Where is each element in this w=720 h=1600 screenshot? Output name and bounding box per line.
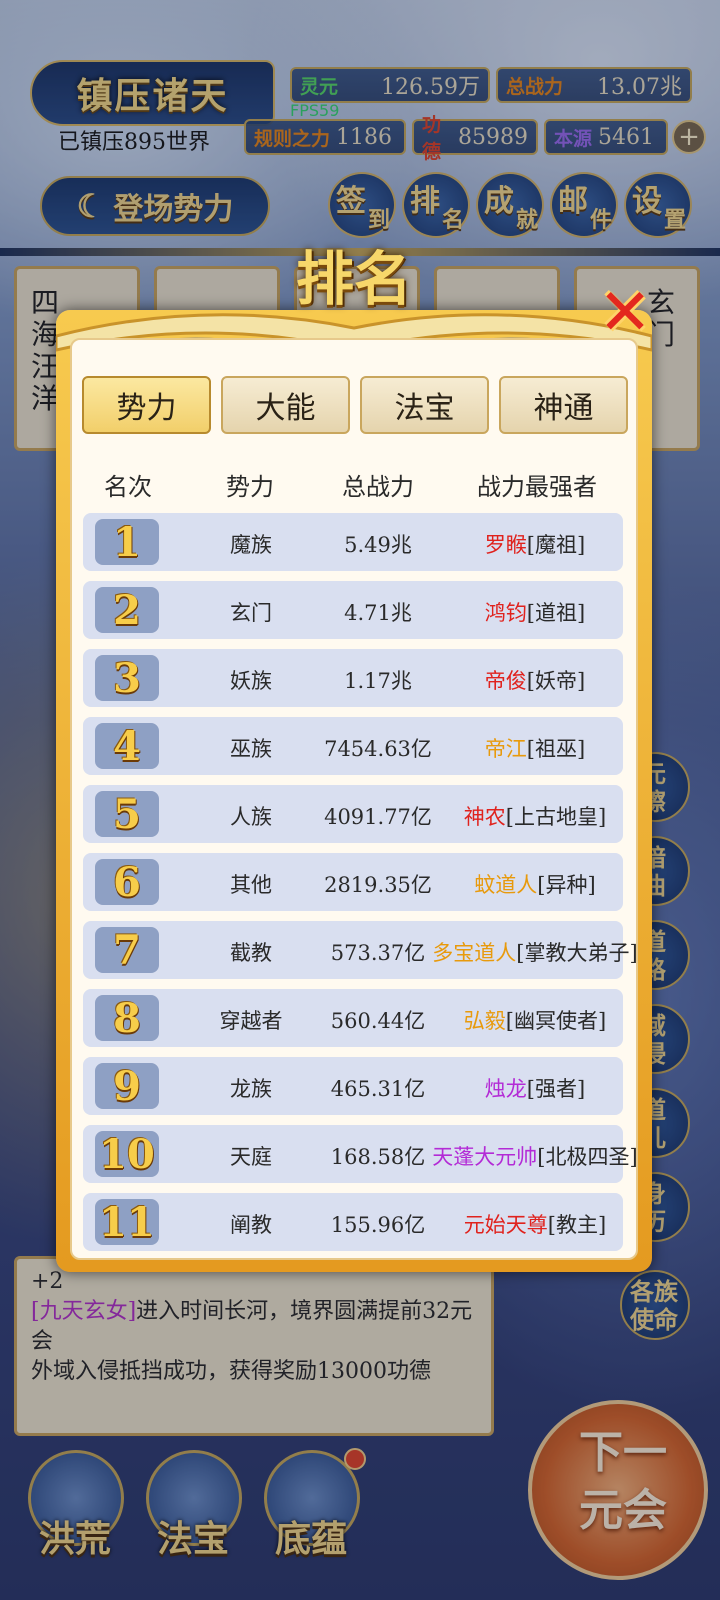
champion-cell: 弘毅[幽冥使者]	[464, 1005, 606, 1035]
champion-name: 蚊道人	[474, 873, 538, 897]
faction-name: 阐教	[230, 1213, 272, 1237]
table-row[interactable]: 7 截教 573.37亿 多宝道人[掌教大弟子]	[83, 921, 638, 979]
modal-title: 排名	[295, 245, 412, 313]
table-row[interactable]: 9 龙族 465.31亿 烛龙[强者]	[83, 1057, 623, 1115]
champion-name: 元始天尊	[463, 1213, 548, 1237]
rank-badge: 7	[95, 927, 159, 974]
table-row[interactable]: 1 魔族 5.49兆 罗睺[魔祖]	[83, 513, 623, 571]
champion-cell: 烛龙[强者]	[485, 1073, 585, 1103]
champion-title: [幽冥使者]	[505, 1009, 607, 1033]
champion-title: [魔祖]	[526, 533, 586, 557]
champion-cell: 帝江[祖巫]	[485, 733, 585, 763]
champion-cell: 元始天尊[教主]	[464, 1209, 606, 1239]
champion-title: [上古地皇]	[505, 805, 607, 829]
champion-name: 帝江	[484, 737, 527, 761]
rank-badge: 2	[95, 587, 159, 634]
faction-name: 天庭	[230, 1145, 272, 1169]
champion-name: 烛龙	[484, 1077, 527, 1101]
rank-badge: 6	[95, 859, 159, 906]
rank-badge: 5	[95, 791, 159, 838]
faction-name: 魔族	[230, 533, 272, 557]
faction-power: 573.37亿	[330, 941, 426, 965]
champion-cell: 罗睺[魔祖]	[485, 529, 585, 559]
champion-name: 帝俊	[484, 669, 527, 693]
table-row[interactable]: 3 妖族 1.17兆 帝俊[妖帝]	[83, 649, 623, 707]
table-row[interactable]: 11 阐教 155.96亿 元始天尊[教主]	[83, 1193, 623, 1251]
table-row[interactable]: 4 巫族 7454.63亿 帝江[祖巫]	[83, 717, 623, 775]
rank-badge: 3	[95, 655, 159, 702]
rank-badge: 8	[95, 995, 159, 1042]
champion-cell: 神农[上古地皇]	[464, 801, 606, 831]
champion-name: 多宝道人	[432, 941, 517, 965]
champion-cell: 蚊道人[异种]	[474, 869, 595, 899]
table-row[interactable]: 10 天庭 168.58亿 天蓬大元帅[北极四圣]	[83, 1125, 638, 1183]
column-faction: 势力	[226, 473, 274, 501]
rank-badge: 1	[95, 519, 159, 566]
table-row[interactable]: 8 穿越者 560.44亿 弘毅[幽冥使者]	[83, 989, 623, 1047]
faction-name: 截教	[230, 941, 272, 965]
faction-name: 穿越者	[219, 1009, 283, 1033]
rank-badge: 9	[95, 1063, 159, 1110]
faction-power: 465.31亿	[330, 1077, 426, 1101]
faction-power: 1.17兆	[344, 669, 412, 693]
column-champion: 战力最强者	[477, 473, 597, 501]
champion-title: [教主]	[547, 1213, 607, 1237]
champion-name: 鸿钧	[484, 601, 527, 625]
faction-power: 7454.63亿	[324, 737, 432, 761]
champion-title: [掌教大弟子]	[516, 941, 638, 965]
faction-power: 4091.77亿	[324, 805, 432, 829]
column-rank: 名次	[104, 473, 152, 501]
tab-factions[interactable]: 势力	[82, 376, 211, 434]
rank-badge: 4	[95, 723, 159, 770]
close-icon[interactable]: ✕	[592, 276, 658, 350]
tab-treasures[interactable]: 法宝	[360, 376, 489, 434]
faction-power: 2819.35亿	[324, 873, 432, 897]
column-total-power: 总战力	[342, 473, 414, 501]
faction-power: 4.71兆	[344, 601, 412, 625]
faction-name: 其他	[230, 873, 272, 897]
champion-title: [道祖]	[526, 601, 586, 625]
champion-cell: 多宝道人[掌教大弟子]	[432, 937, 637, 967]
champion-title: [异种]	[537, 873, 596, 897]
faction-power: 168.58亿	[330, 1145, 426, 1169]
champion-name: 罗睺	[484, 533, 527, 557]
table-row[interactable]: 5 人族 4091.77亿 神农[上古地皇]	[83, 785, 623, 843]
table-header: 名次 势力 总战力 战力最强者	[82, 463, 624, 503]
rank-badge: 11	[95, 1199, 159, 1246]
champion-name: 神农	[463, 805, 506, 829]
faction-name: 巫族	[230, 737, 272, 761]
champion-title: [强者]	[526, 1077, 586, 1101]
champion-cell: 帝俊[妖帝]	[485, 665, 585, 695]
champion-title: [祖巫]	[526, 737, 586, 761]
ranking-tabs: 势力 大能 法宝 神通	[82, 376, 628, 434]
champion-title: [妖帝]	[526, 669, 586, 693]
rank-badge: 10	[95, 1131, 159, 1178]
faction-power: 155.96亿	[330, 1213, 426, 1237]
champion-cell: 天蓬大元帅[北极四圣]	[432, 1141, 637, 1171]
faction-name: 妖族	[230, 669, 272, 693]
faction-power: 5.49兆	[344, 533, 412, 557]
champion-title: [北极四圣]	[537, 1145, 638, 1169]
table-row[interactable]: 2 玄门 4.71兆 鸿钧[道祖]	[83, 581, 623, 639]
faction-name: 龙族	[230, 1077, 272, 1101]
champion-name: 弘毅	[463, 1009, 506, 1033]
faction-name: 玄门	[230, 601, 272, 625]
tab-techniques[interactable]: 神通	[499, 376, 628, 434]
faction-name: 人族	[230, 805, 272, 829]
faction-power: 560.44亿	[330, 1009, 426, 1033]
table-row[interactable]: 6 其他 2819.35亿 蚊道人[异种]	[83, 853, 623, 911]
champion-cell: 鸿钧[道祖]	[485, 597, 585, 627]
tab-masters[interactable]: 大能	[221, 376, 350, 434]
champion-name: 天蓬大元帅	[432, 1145, 538, 1169]
